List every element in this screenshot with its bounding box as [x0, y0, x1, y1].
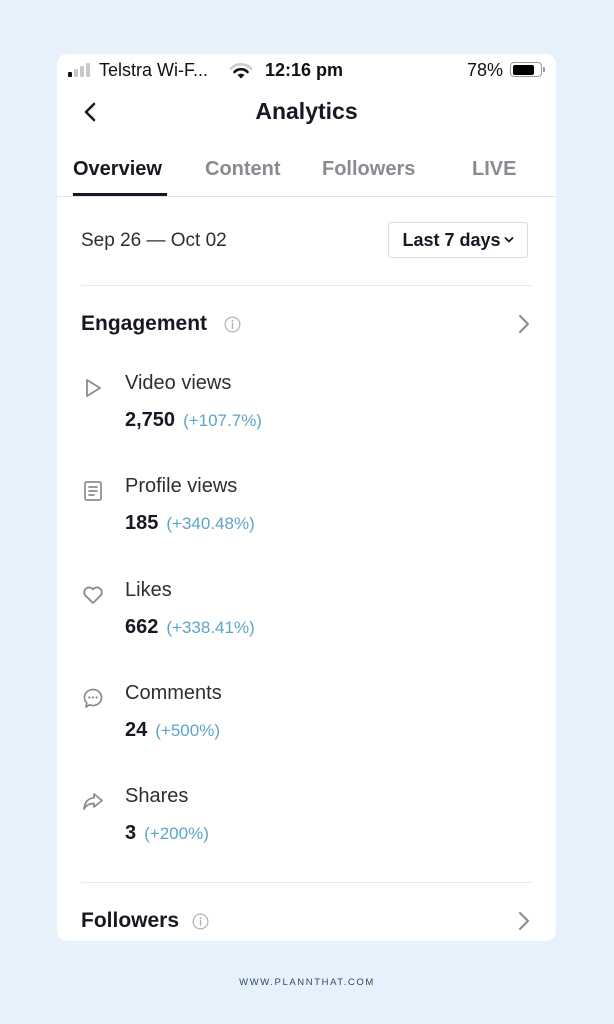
metric-value-row: 2,750 (+107.7%)	[125, 409, 262, 432]
engagement-header[interactable]: Engagement	[81, 310, 532, 340]
metric-change: (+340.48%)	[166, 514, 255, 533]
period-label: Last 7 days	[402, 229, 501, 250]
followers-header[interactable]: Followers	[81, 907, 532, 937]
metric-change: (+500%)	[155, 721, 220, 740]
nav-bar: Analytics	[57, 90, 556, 134]
metric-value-row: 185 (+340.48%)	[125, 512, 255, 535]
tab-followers[interactable]: Followers	[322, 158, 415, 181]
period-dropdown[interactable]: Last 7 days	[388, 222, 528, 258]
play-icon	[86, 379, 101, 397]
share-icon	[83, 793, 103, 810]
metric-value: 24	[125, 719, 148, 741]
metric-value: 662	[125, 616, 159, 638]
heart-icon	[83, 586, 103, 604]
info-icon[interactable]	[192, 913, 209, 930]
page-title: Analytics	[255, 98, 358, 124]
chevron-right-icon	[519, 912, 529, 930]
status-bar: Telstra Wi-F... 12:16 pm 78%	[57, 54, 556, 88]
tab-live[interactable]: LIVE	[472, 158, 516, 181]
metric-change: (+200%)	[144, 824, 209, 843]
active-tab-indicator	[73, 193, 167, 196]
engagement-title: Engagement	[81, 312, 208, 335]
tab-content[interactable]: Content	[205, 158, 281, 181]
chevron-down-icon	[504, 237, 513, 243]
metric-value-row: 662 (+338.41%)	[125, 616, 255, 639]
metric-change: (+107.7%)	[183, 411, 262, 430]
battery-icon	[510, 62, 545, 77]
metric-profile-views: Profile views 185 (+340.48%)	[81, 475, 532, 555]
info-icon[interactable]	[224, 316, 241, 333]
metric-value: 3	[125, 822, 137, 844]
metric-label: Comments	[125, 682, 222, 704]
comment-icon	[83, 688, 103, 708]
clock: 12:16 pm	[265, 60, 344, 80]
metric-value-row: 3 (+200%)	[125, 822, 209, 845]
battery-percent: 78%	[467, 60, 504, 80]
metric-value: 185	[125, 512, 159, 534]
profile-doc-icon	[84, 481, 102, 501]
metric-change: (+338.41%)	[166, 618, 255, 637]
wifi-icon	[229, 63, 253, 79]
watermark: WWW.PLANNTHAT.COM	[239, 977, 375, 988]
metric-label: Likes	[125, 579, 172, 601]
metric-value-row: 24 (+500%)	[125, 719, 220, 742]
date-filter-row: Sep 26 — Oct 02 Last 7 days	[81, 220, 528, 260]
divider	[81, 285, 532, 286]
carrier-name: Telstra Wi-F...	[99, 60, 209, 80]
divider	[81, 882, 532, 883]
tab-overview[interactable]: Overview	[73, 158, 162, 181]
followers-title: Followers	[81, 909, 180, 932]
metric-likes: Likes 662 (+338.41%)	[81, 579, 532, 659]
signal-icon	[68, 63, 90, 77]
metric-label: Shares	[125, 785, 189, 807]
date-range: Sep 26 — Oct 02	[81, 230, 227, 251]
phone-screen: Telstra Wi-F... 12:16 pm 78% Analytics O…	[57, 54, 556, 941]
chevron-right-icon	[519, 315, 529, 333]
metric-value: 2,750	[125, 409, 176, 431]
metric-video-views: Video views 2,750 (+107.7%)	[81, 372, 532, 452]
metric-label: Video views	[125, 372, 232, 394]
metric-shares: Shares 3 (+200%)	[81, 785, 532, 865]
metric-comments: Comments 24 (+500%)	[81, 682, 532, 762]
tab-bar: Overview Content Followers LIVE	[57, 150, 556, 197]
metric-label: Profile views	[125, 475, 238, 497]
